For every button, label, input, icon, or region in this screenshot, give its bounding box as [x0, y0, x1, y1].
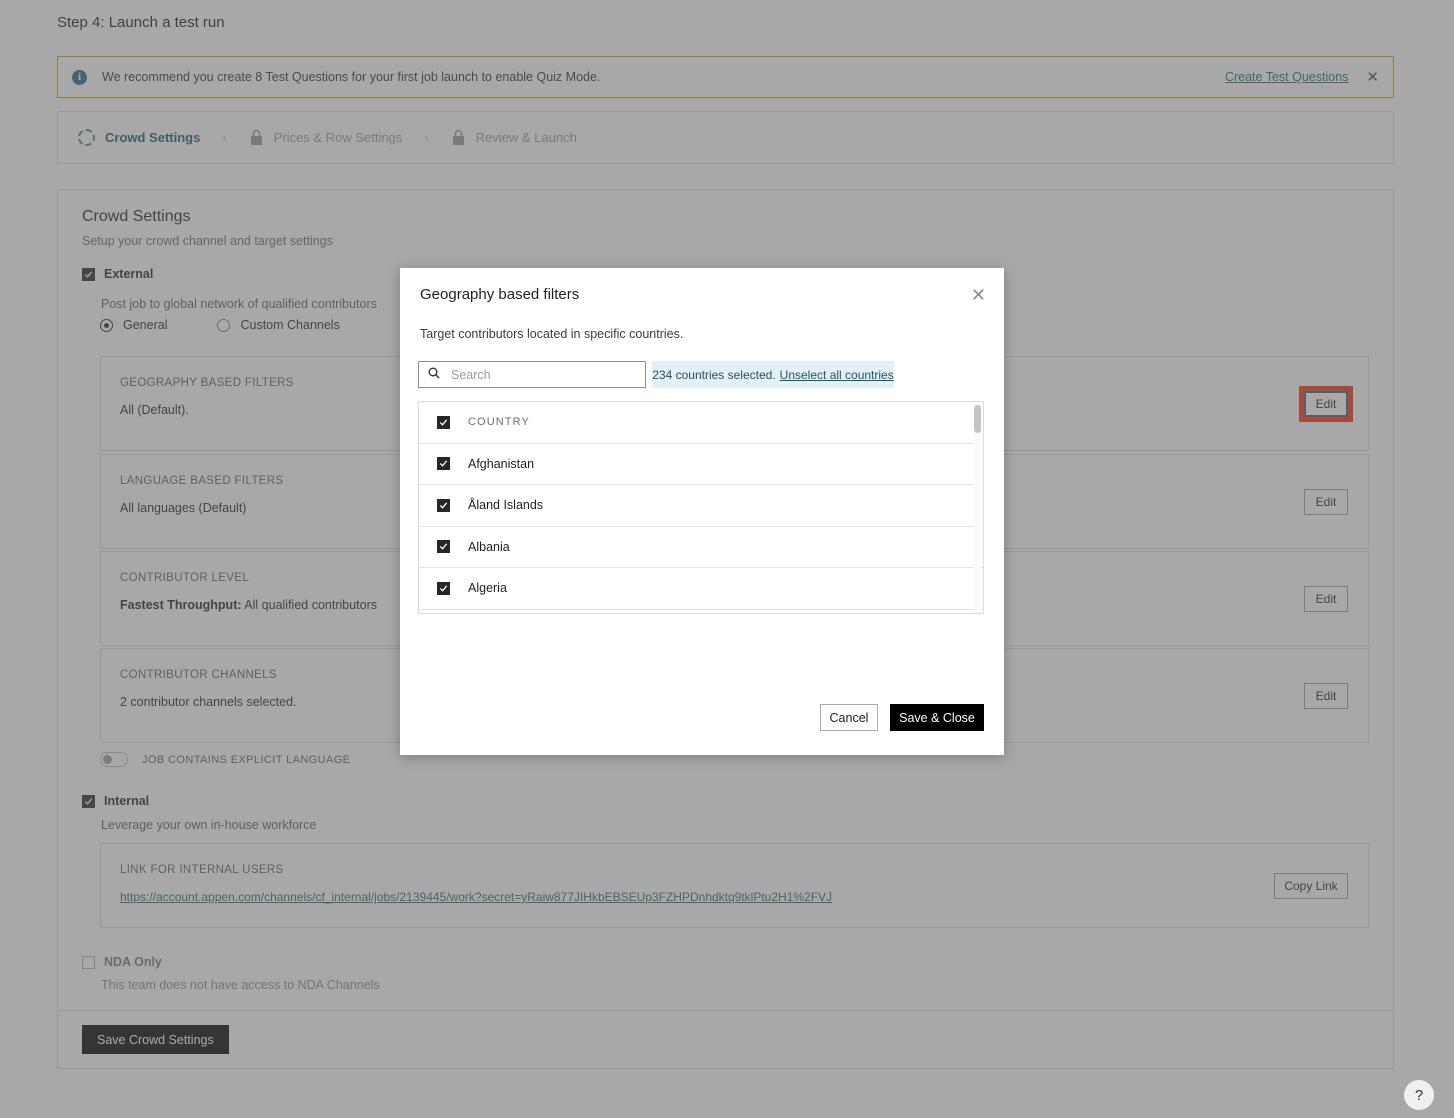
list-scrollbar-thumb[interactable]: [974, 405, 981, 433]
help-button[interactable]: ?: [1404, 1080, 1434, 1110]
checkbox-icon[interactable]: [437, 457, 450, 471]
close-icon[interactable]: ✕: [971, 286, 986, 304]
search-box[interactable]: [418, 361, 646, 388]
search-icon: [428, 366, 440, 384]
selection-summary: 234 countries selected. Unselect all cou…: [652, 361, 894, 388]
country-name: Algeria: [468, 581, 507, 596]
checkbox-icon[interactable]: [437, 415, 450, 429]
selection-count-text: 234 countries selected.: [652, 367, 776, 382]
country-column-header: COUNTRY: [468, 416, 530, 429]
checkbox-icon[interactable]: [437, 540, 450, 554]
list-item[interactable]: Algeria: [419, 568, 983, 610]
geography-filters-modal: Geography based filters ✕ Target contrib…: [400, 268, 1004, 755]
cancel-button[interactable]: Cancel: [820, 704, 878, 731]
list-item[interactable]: Albania: [419, 526, 983, 568]
checkbox-icon[interactable]: [437, 498, 450, 512]
country-list-header-row[interactable]: COUNTRY: [419, 402, 983, 444]
save-and-close-button[interactable]: Save & Close: [890, 704, 984, 731]
unselect-all-link[interactable]: Unselect all countries: [780, 368, 894, 382]
list-item[interactable]: American Samoa: [419, 609, 983, 613]
country-name: Afghanistan: [468, 456, 535, 471]
list-item[interactable]: Åland Islands: [419, 485, 983, 527]
country-list-scroll[interactable]: COUNTRY Afghanistan Åland Islands Albani…: [419, 402, 983, 613]
country-name: Åland Islands: [468, 498, 544, 513]
modal-footer: Cancel Save & Close: [400, 680, 1004, 755]
search-input[interactable]: [449, 366, 629, 383]
modal-title: Geography based filters: [420, 286, 580, 303]
modal-subtitle: Target contributors located in specific …: [420, 327, 684, 341]
checkbox-icon[interactable]: [437, 581, 450, 595]
list-item[interactable]: Afghanistan: [419, 443, 983, 485]
country-list: COUNTRY Afghanistan Åland Islands Albani…: [418, 401, 984, 614]
country-name: Albania: [468, 539, 510, 554]
list-scrollbar-track[interactable]: [974, 404, 981, 613]
